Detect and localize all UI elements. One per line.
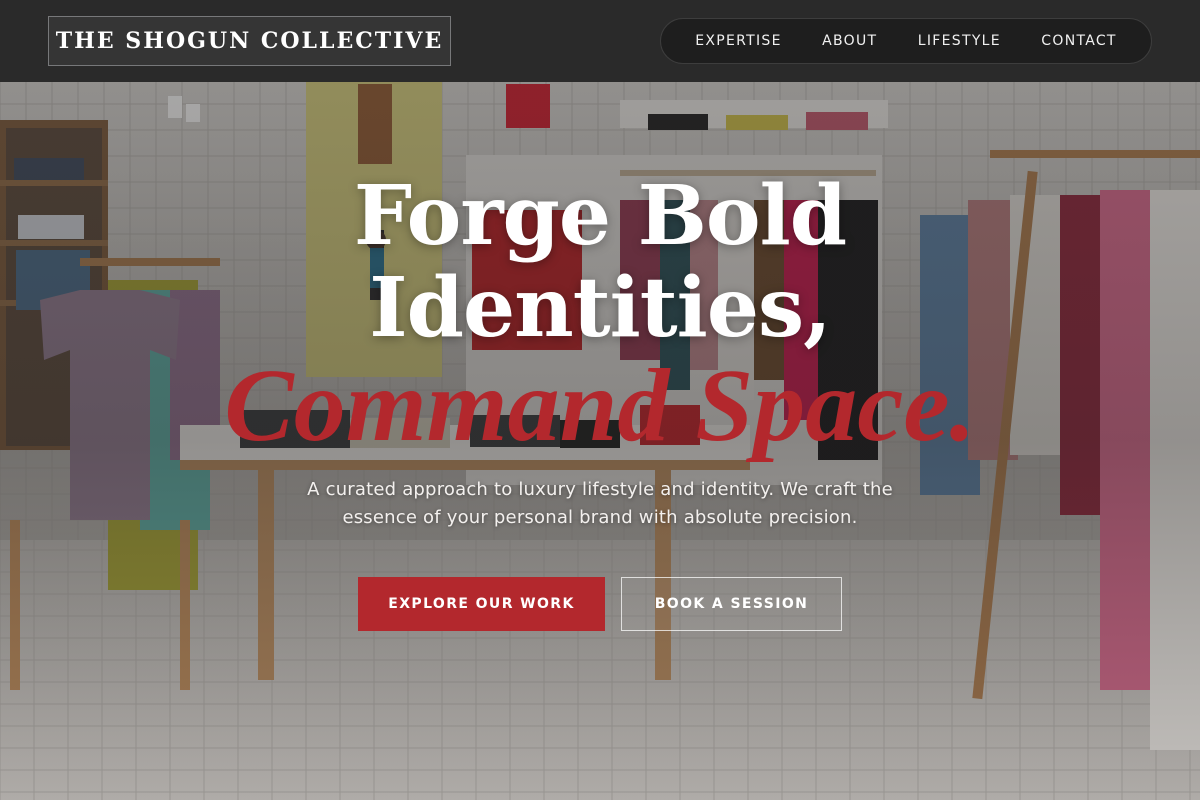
hero-headline-line-2: Identities, bbox=[369, 260, 831, 356]
nav-link-lifestyle[interactable]: LIFESTYLE bbox=[918, 33, 1001, 49]
nav-link-contact[interactable]: CONTACT bbox=[1041, 33, 1117, 49]
hero-headline-line-1: Forge Bold bbox=[353, 168, 847, 264]
nav-link-expertise[interactable]: EXPERTISE bbox=[695, 33, 782, 49]
brand-name: THE SHOGUN COLLECTIVE bbox=[55, 28, 444, 54]
explore-our-work-button[interactable]: EXPLORE OUR WORK bbox=[358, 577, 605, 631]
hero-headline-accent: Command Space. bbox=[224, 348, 976, 463]
site-header: THE SHOGUN COLLECTIVE EXPERTISE ABOUT LI… bbox=[0, 0, 1200, 82]
hero-subtext: A curated approach to luxury lifestyle a… bbox=[307, 479, 893, 528]
brand-logo[interactable]: THE SHOGUN COLLECTIVE bbox=[48, 16, 451, 66]
book-a-session-button[interactable]: BOOK A SESSION bbox=[621, 577, 842, 631]
hero-section: Forge Bold Identities, Command Space. A … bbox=[0, 170, 1200, 532]
main-navigation: EXPERTISE ABOUT LIFESTYLE CONTACT bbox=[660, 18, 1152, 64]
nav-link-about[interactable]: ABOUT bbox=[822, 33, 877, 49]
hero-headline: Forge Bold Identities, Command Space. bbox=[0, 168, 1200, 463]
hero-actions: EXPLORE OUR WORK BOOK A SESSION bbox=[0, 577, 1200, 631]
